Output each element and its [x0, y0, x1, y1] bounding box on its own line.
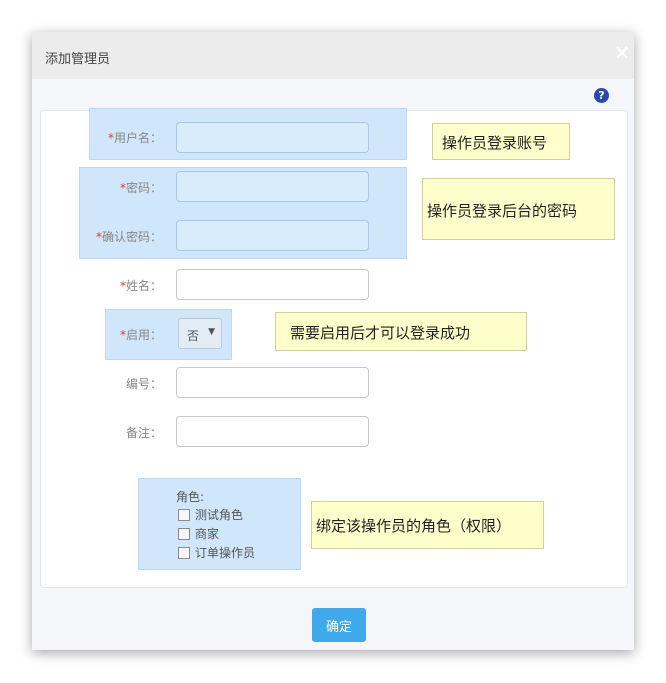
confirm-password-label: *确认密码： [95, 230, 162, 244]
note-username: 操作员登录账号 [432, 123, 570, 160]
dialog-title: 添加管理员 [45, 52, 111, 67]
checkbox[interactable] [178, 508, 190, 521]
enabled-select-value: 否 [187, 329, 200, 343]
role-item-merchant[interactable]: 商家 [178, 525, 219, 542]
enabled-select[interactable]: 否 ▼ [178, 318, 222, 349]
checkbox[interactable] [178, 546, 190, 559]
enabled-label: *启用： [119, 328, 162, 342]
note-enabled: 需要启用后才可以登录成功 [275, 312, 527, 351]
confirm-button[interactable]: 确定 [312, 608, 366, 642]
remark-input[interactable] [176, 416, 369, 447]
username-label: *用户名： [107, 131, 162, 145]
close-icon[interactable]: × [612, 42, 632, 62]
add-admin-dialog: 添加管理员 × ? *用户名： *密码： *确认密码： *姓名： *启用： 否 … [32, 32, 634, 650]
note-password: 操作员登录后台的密码 [422, 178, 615, 240]
name-input[interactable] [176, 269, 369, 300]
confirm-password-input[interactable] [176, 220, 369, 251]
roles-title: 角色: [176, 490, 205, 504]
name-label: *姓名： [119, 279, 162, 293]
chevron-down-icon: ▼ [208, 327, 215, 337]
help-icon[interactable]: ? [594, 88, 609, 103]
remark-label: 备注： [125, 426, 162, 440]
password-input[interactable] [176, 171, 369, 202]
note-roles: 绑定该操作员的角色（权限） [311, 501, 544, 549]
number-label: 编号： [125, 377, 162, 391]
username-input[interactable] [176, 122, 369, 153]
dialog-header: 添加管理员 × [32, 32, 634, 79]
password-label: *密码： [119, 181, 162, 195]
number-input[interactable] [176, 367, 369, 398]
role-item-order-operator[interactable]: 订单操作员 [178, 544, 255, 561]
role-item-test[interactable]: 测试角色 [178, 506, 243, 523]
checkbox[interactable] [178, 527, 190, 540]
